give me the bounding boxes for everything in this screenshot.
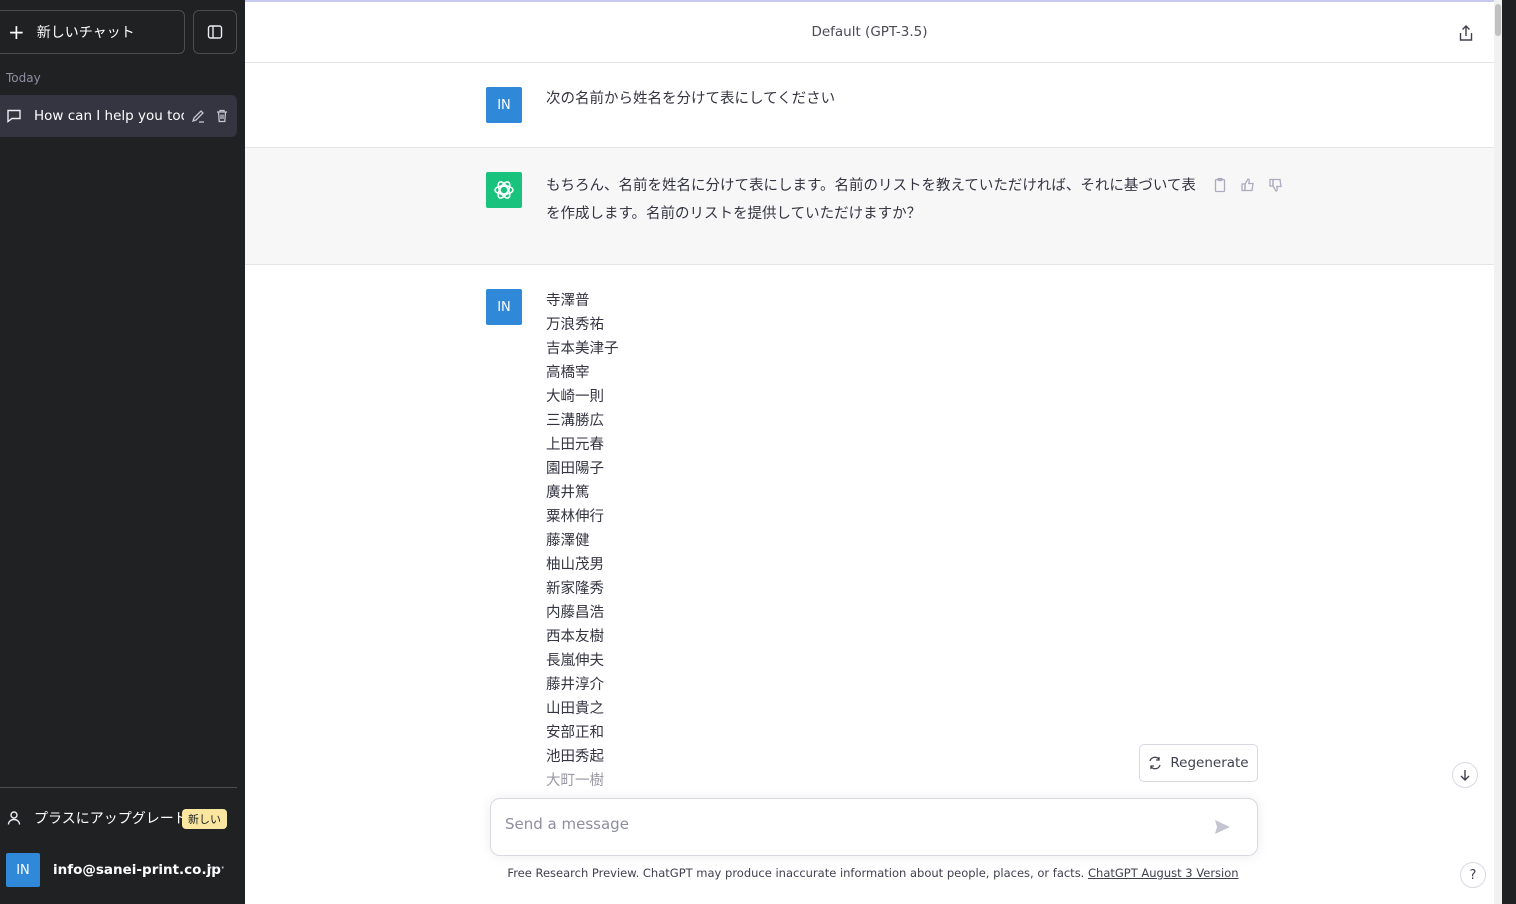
message-composer[interactable] xyxy=(490,798,1258,856)
name-line: 廣井篤 xyxy=(546,485,590,501)
thumbs-down-icon[interactable] xyxy=(1268,177,1284,193)
name-line: 長嵐伸夫 xyxy=(546,653,604,669)
name-line: 新家隆秀 xyxy=(546,581,604,597)
name-line: 大町一樹 xyxy=(546,773,604,789)
name-line: 寺澤普 xyxy=(546,293,590,309)
trash-icon[interactable] xyxy=(214,108,230,124)
upgrade-label: プラスにアップグレード xyxy=(34,811,188,827)
main-chat-area: Default (GPT-3.5) IN 次の名前から姓名を分けて表にしてくださ… xyxy=(245,0,1494,904)
name-line: 藤井淳介 xyxy=(546,677,604,693)
sidebar-chat-item[interactable]: How can I help you toda xyxy=(0,95,237,137)
name-line: 安部正和 xyxy=(546,725,604,741)
scrollbar[interactable] xyxy=(1494,0,1502,904)
sidebar-toggle-icon xyxy=(207,25,223,39)
name-line: 西本友樹 xyxy=(546,629,604,645)
plus-icon: + xyxy=(8,20,25,44)
toggle-sidebar-button[interactable] xyxy=(193,10,237,54)
name-line: 内藤昌浩 xyxy=(546,605,604,621)
name-line: 山田貴之 xyxy=(546,701,604,717)
regenerate-button[interactable]: Regenerate xyxy=(1139,744,1258,782)
new-chat-label: 新しいチャット xyxy=(36,25,135,41)
name-line: 園田陽子 xyxy=(546,461,604,477)
share-icon[interactable] xyxy=(1458,24,1474,42)
version-link[interactable]: ChatGPT August 3 Version xyxy=(1088,866,1239,880)
user-icon xyxy=(7,811,21,825)
thumbs-up-icon[interactable] xyxy=(1240,177,1256,193)
chat-header: Default (GPT-3.5) xyxy=(245,2,1494,63)
footer-disclaimer: Free Research Preview. ChatGPT may produ… xyxy=(245,866,1501,880)
copy-icon[interactable] xyxy=(1212,177,1228,193)
new-badge: 新しい xyxy=(182,809,227,829)
arrow-down-icon xyxy=(1460,770,1470,781)
name-line: 万浪秀祐 xyxy=(546,317,604,333)
user-email: info@sanei-print.co.jp xyxy=(53,862,221,878)
assistant-message: もちろん、名前を姓名に分けて表にします。名前のリストを教えていただければ、それに… xyxy=(245,148,1494,265)
user-message: IN 次の名前から姓名を分けて表にしてください xyxy=(245,63,1494,148)
regenerate-label: Regenerate xyxy=(1170,755,1249,771)
chat-item-label: How can I help you toda xyxy=(34,108,184,124)
window-edge xyxy=(1502,0,1516,904)
name-line: 上田元春 xyxy=(546,437,604,453)
name-line: 藤澤健 xyxy=(546,533,590,549)
section-label-today: Today xyxy=(6,71,41,85)
user-message-text: 次の名前から姓名を分けて表にしてください xyxy=(546,91,836,107)
avatar: IN xyxy=(6,853,40,887)
refresh-icon xyxy=(1149,756,1162,770)
name-line: 高橋宰 xyxy=(546,365,590,381)
sidebar-divider xyxy=(0,787,237,788)
user-avatar: IN xyxy=(486,87,522,123)
name-line: 吉本美津子 xyxy=(546,341,619,357)
names-list: 寺澤普万浪秀祐吉本美津子高橋宰大崎一則三溝勝広上田元春園田陽子廣井篤粟林伸行藤澤… xyxy=(546,289,619,793)
scrollbar-thumb[interactable] xyxy=(1495,4,1501,36)
upgrade-plus-button[interactable]: プラスにアップグレード 新しい xyxy=(0,800,237,836)
sidebar: + 新しいチャット Today How can I help you toda … xyxy=(0,0,245,904)
name-line: 大崎一則 xyxy=(546,389,604,405)
model-title: Default (GPT-3.5) xyxy=(811,24,928,40)
message-input[interactable] xyxy=(505,815,1195,833)
footer-text: Free Research Preview. ChatGPT may produ… xyxy=(507,866,1088,880)
edit-icon[interactable] xyxy=(190,108,206,124)
chat-bubble-icon xyxy=(7,109,21,123)
user-message: IN 寺澤普万浪秀祐吉本美津子高橋宰大崎一則三溝勝広上田元春園田陽子廣井篤粟林伸… xyxy=(245,265,1494,795)
name-line: 池田秀起 xyxy=(546,749,604,765)
assistant-avatar xyxy=(486,172,522,208)
feedback-actions xyxy=(1212,177,1284,193)
name-line: 粟林伸行 xyxy=(546,509,604,525)
openai-logo-icon xyxy=(494,181,514,199)
name-line: 三溝勝広 xyxy=(546,413,604,429)
user-avatar: IN xyxy=(486,289,522,325)
name-line: 柚山茂男 xyxy=(546,557,604,573)
user-account-button[interactable]: IN info@sanei-print.co.jp ··· xyxy=(0,850,237,890)
new-chat-button[interactable]: + 新しいチャット xyxy=(0,10,185,54)
send-icon[interactable] xyxy=(1213,818,1231,836)
more-options-icon[interactable]: ··· xyxy=(208,858,226,877)
scroll-to-bottom-button[interactable] xyxy=(1452,762,1478,788)
assistant-message-text: もちろん、名前を姓名に分けて表にします。名前のリストを教えていただければ、それに… xyxy=(546,178,1196,222)
help-button[interactable]: ? xyxy=(1460,862,1486,888)
